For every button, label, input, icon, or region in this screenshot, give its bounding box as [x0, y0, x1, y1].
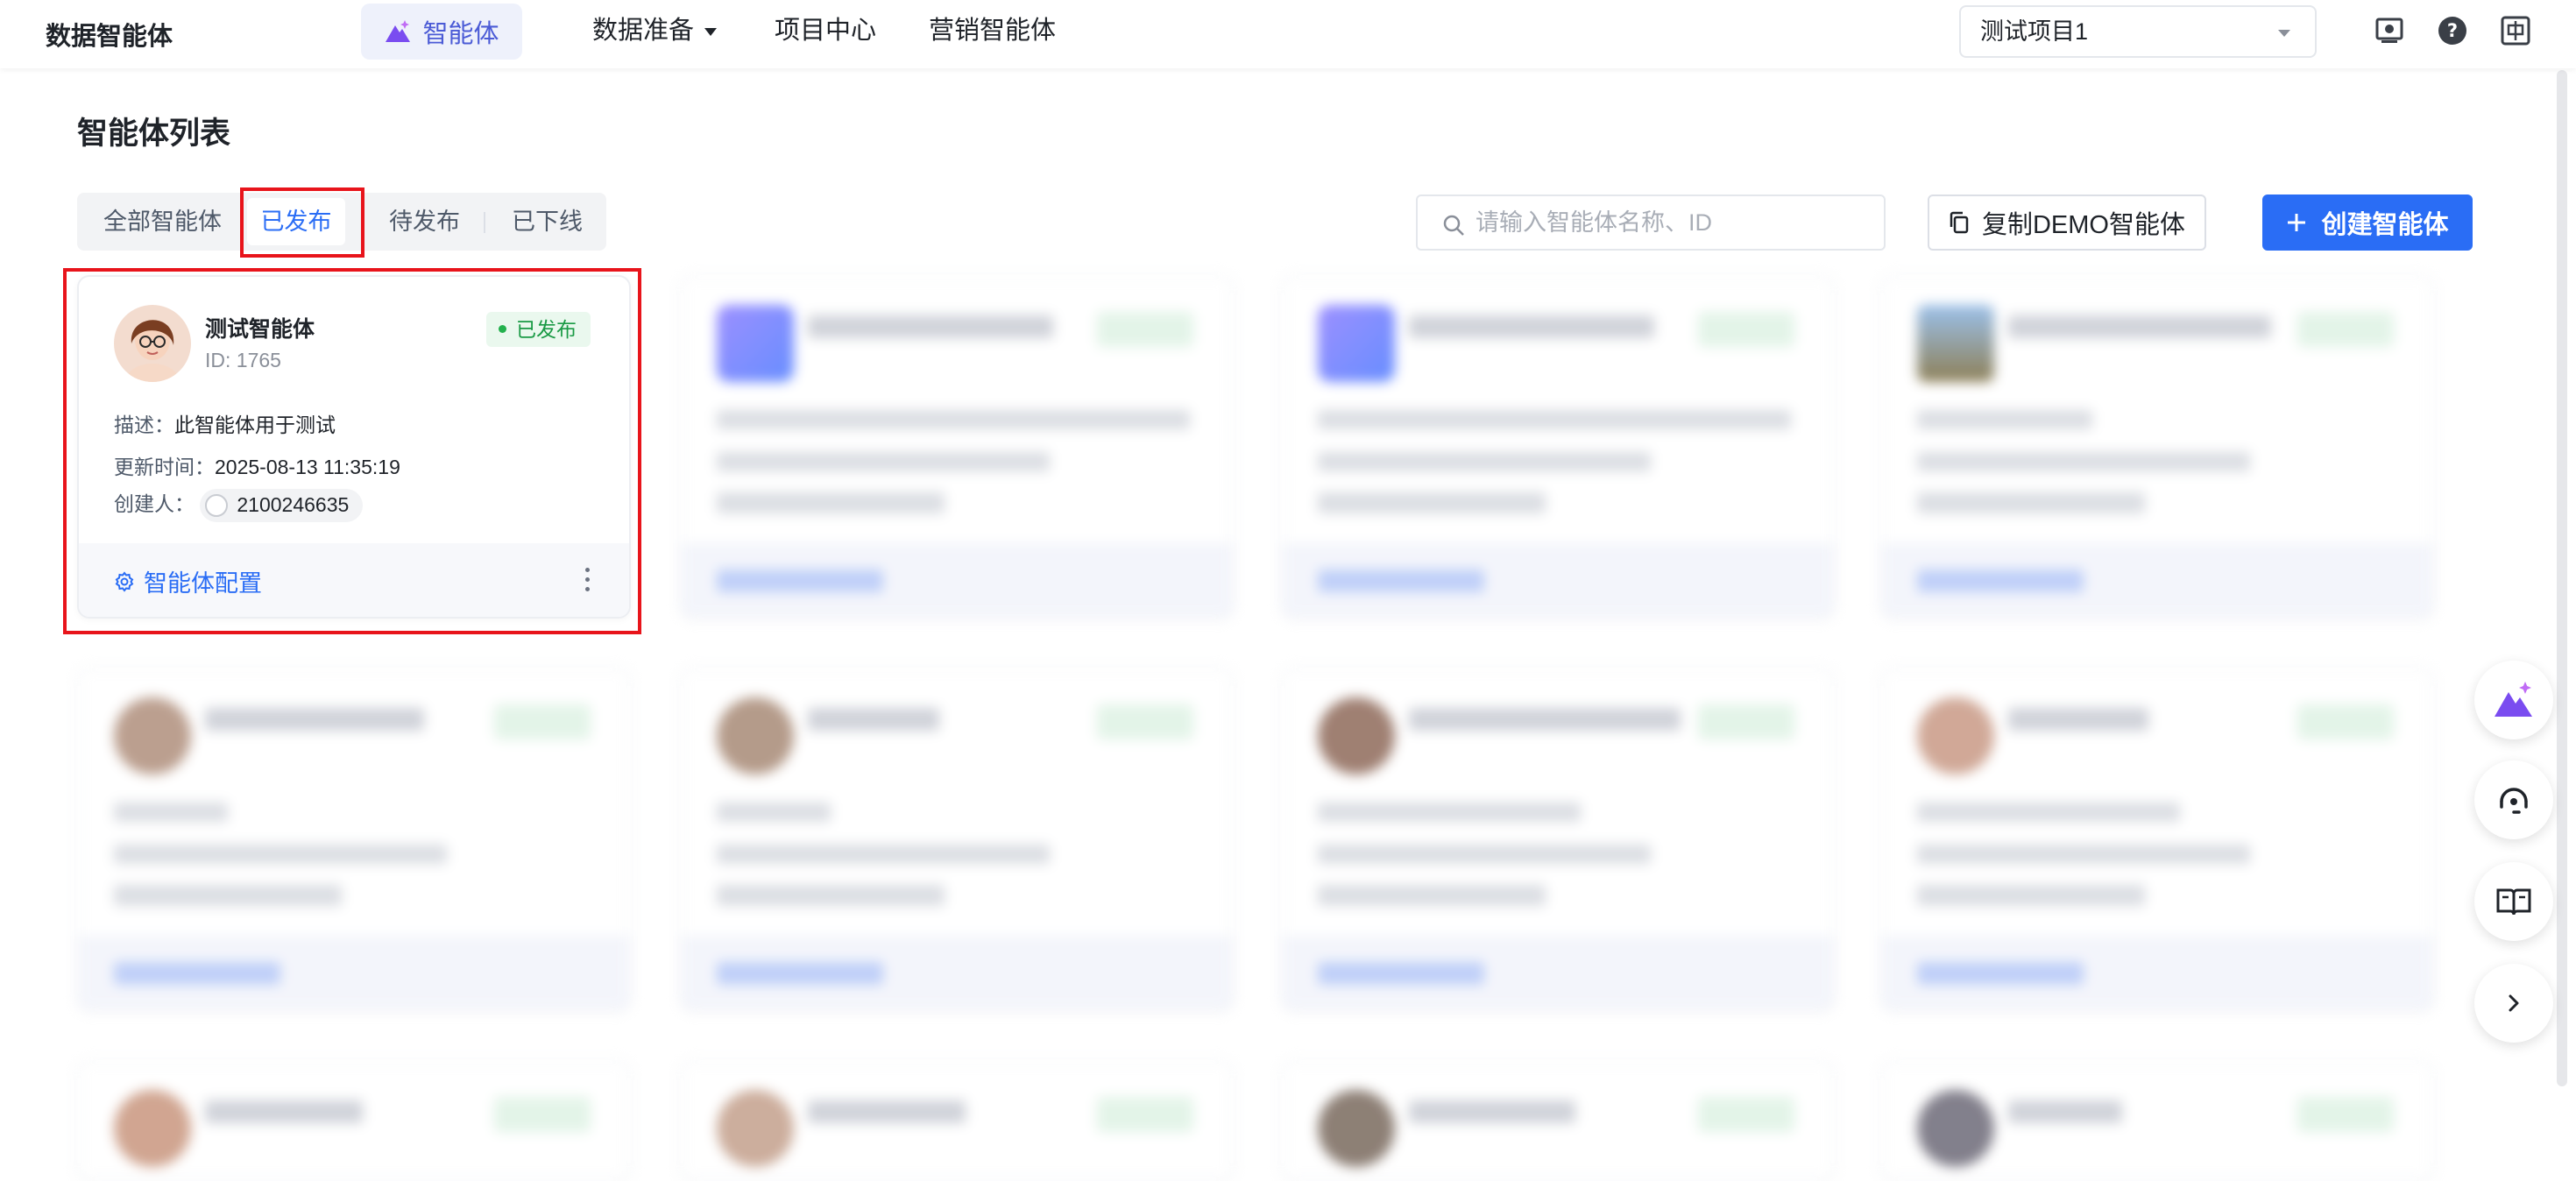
updated-label: 更新时间：: [114, 456, 215, 478]
chevron-down-icon: [2278, 30, 2290, 37]
card-footer: 智能体配置: [79, 543, 629, 617]
agent-card-blurred[interactable]: [1281, 1060, 1835, 1181]
page-scrollbar[interactable]: [2557, 70, 2567, 1086]
tab-published[interactable]: 已发布: [247, 198, 345, 245]
screen-settings-icon[interactable]: [2374, 16, 2404, 46]
creator-chip: 2100246635: [200, 488, 364, 522]
agent-card-blurred[interactable]: [77, 668, 631, 1011]
nav-item-marketing-agent[interactable]: 营销智能体: [929, 0, 1056, 61]
svg-text:?: ?: [2447, 20, 2458, 41]
agent-creator: 创建人： 2100246635: [114, 487, 364, 522]
chevron-down-icon: [704, 27, 718, 36]
customer-service-button[interactable]: [2474, 760, 2553, 839]
ai-assistant-icon: [2495, 682, 2532, 717]
tab-all[interactable]: 全部智能体: [103, 193, 222, 251]
agent-avatar: [1318, 1090, 1395, 1167]
status-badge: 已发布: [486, 312, 591, 347]
collapse-panel-button[interactable]: [2474, 964, 2553, 1043]
chevron-right-icon: [2509, 994, 2519, 1012]
agent-description: 描述：此智能体用于测试: [114, 408, 336, 438]
tab-offline[interactable]: 已下线: [512, 193, 583, 251]
agent-avatar: [717, 305, 794, 382]
agent-avatar: [1917, 1090, 1994, 1167]
project-select[interactable]: 测试项目1: [1959, 5, 2317, 58]
tab-divider: [484, 212, 485, 233]
ai-assistant-button[interactable]: [2474, 661, 2553, 739]
gear-icon: [115, 570, 134, 592]
agent-avatar: [114, 697, 191, 774]
agent-config-label: 智能体配置: [144, 570, 262, 597]
status-tabs: 全部智能体 已发布 待发布 已下线: [77, 193, 606, 251]
copy-demo-button[interactable]: 复制DEMO智能体: [1928, 194, 2206, 251]
top-navigation-bar: 数据智能体 智能体 数据准备 项目中心 营销智能体 测试项目1 ?: [0, 0, 2576, 68]
copy-demo-button-label: 复制DEMO智能体: [1981, 211, 2185, 239]
docs-button[interactable]: [2474, 862, 2553, 941]
agent-avatar: [1917, 305, 1994, 382]
agent-card-blurred[interactable]: [1880, 275, 2434, 619]
agent-avatar: [717, 697, 794, 774]
create-agent-button-label: 创建智能体: [2321, 211, 2449, 239]
sparkle-mountain-icon: [386, 20, 411, 42]
more-options-icon[interactable]: [584, 568, 591, 592]
agent-card-blurred[interactable]: [1880, 1060, 2434, 1181]
page-title: 智能体列表: [77, 117, 231, 151]
book-icon: [2496, 888, 2531, 916]
agent-card-blurred[interactable]: [1281, 668, 1835, 1011]
search-box[interactable]: [1416, 194, 1886, 251]
description-label: 描述：: [114, 414, 174, 436]
nav-item-project-center[interactable]: 项目中心: [775, 0, 876, 61]
nav-item-agents[interactable]: 智能体: [361, 4, 522, 60]
search-input[interactable]: [1476, 205, 1870, 240]
creator-value: 2100246635: [237, 493, 350, 517]
language-zh-icon[interactable]: [2501, 16, 2530, 46]
description-value: 此智能体用于测试: [174, 414, 336, 436]
nav-item-data-prep-label: 数据准备: [592, 17, 695, 45]
creator-label: 创建人：: [114, 492, 195, 515]
headset-icon: [2500, 788, 2528, 814]
agent-card-blurred[interactable]: [1281, 275, 1835, 619]
agent-card-blurred[interactable]: [680, 275, 1234, 619]
plus-icon: [2288, 214, 2306, 231]
search-icon: [1443, 215, 1464, 236]
brand-title: 数据智能体: [46, 23, 173, 51]
agent-avatar: [1917, 697, 1994, 774]
copy-icon: [1950, 211, 1969, 234]
agent-name: 测试智能体: [205, 317, 315, 342]
agent-card-blurred[interactable]: [77, 1060, 631, 1181]
agent-avatar: [1318, 305, 1395, 382]
create-agent-button[interactable]: 创建智能体: [2262, 194, 2473, 251]
agent-config-link[interactable]: 智能体配置: [114, 564, 262, 598]
project-select-value: 测试项目1: [1980, 18, 2089, 45]
updated-value: 2025-08-13 11:35:19: [215, 456, 400, 478]
nav-item-agents-label: 智能体: [422, 20, 499, 48]
agent-avatar: [114, 1090, 191, 1167]
agent-updated-time: 更新时间：2025-08-13 11:35:19: [114, 450, 400, 480]
agent-card[interactable]: 测试智能体 ID: 1765 已发布 描述：此智能体用于测试 更新时间：2025…: [77, 275, 631, 619]
agent-card-blurred[interactable]: [680, 1060, 1234, 1181]
tab-pending[interactable]: 待发布: [389, 193, 460, 251]
agent-avatar: [717, 1090, 794, 1167]
user-avatar-icon: [205, 493, 229, 517]
agent-id: ID: 1765: [205, 349, 281, 371]
nav-item-data-prep[interactable]: 数据准备: [592, 0, 718, 61]
agent-avatar: [1318, 697, 1395, 774]
help-icon[interactable]: ?: [2438, 16, 2467, 46]
agent-card-blurred[interactable]: [1880, 668, 2434, 1011]
agent-avatar: [114, 305, 191, 382]
agent-card-blurred[interactable]: [680, 668, 1234, 1011]
